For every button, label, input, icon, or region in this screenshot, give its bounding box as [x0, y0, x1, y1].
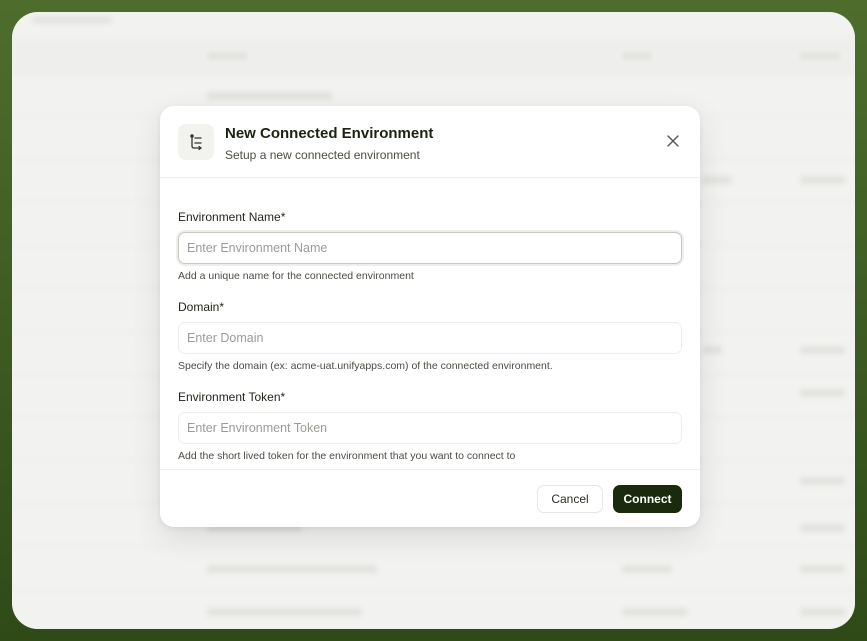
domain-hint: Specify the domain (ex: acme-uat.unifyap… [178, 360, 553, 372]
domain-input[interactable] [178, 322, 682, 354]
dialog-footer: Cancel Connect [160, 469, 700, 527]
app-window: New Connected Environment Setup a new co… [12, 12, 855, 629]
domain-label: Domain* [178, 300, 225, 314]
dialog-title: New Connected Environment [225, 125, 434, 142]
environment-name-label: Environment Name* [178, 210, 286, 224]
environment-name-input[interactable] [178, 232, 682, 264]
connected-environment-icon [178, 124, 214, 160]
environment-name-hint: Add a unique name for the connected envi… [178, 270, 414, 282]
dialog-subtitle: Setup a new connected environment [225, 148, 420, 162]
close-button[interactable] [664, 132, 682, 150]
environment-token-hint: Add the short lived token for the enviro… [178, 450, 516, 462]
connect-button[interactable]: Connect [613, 485, 682, 513]
dialog-header: New Connected Environment Setup a new co… [160, 106, 700, 178]
new-connected-environment-dialog: New Connected Environment Setup a new co… [160, 106, 700, 527]
environment-token-input[interactable] [178, 412, 682, 444]
cancel-button[interactable]: Cancel [537, 485, 603, 513]
environment-token-label: Environment Token* [178, 390, 286, 404]
close-icon [667, 135, 679, 147]
